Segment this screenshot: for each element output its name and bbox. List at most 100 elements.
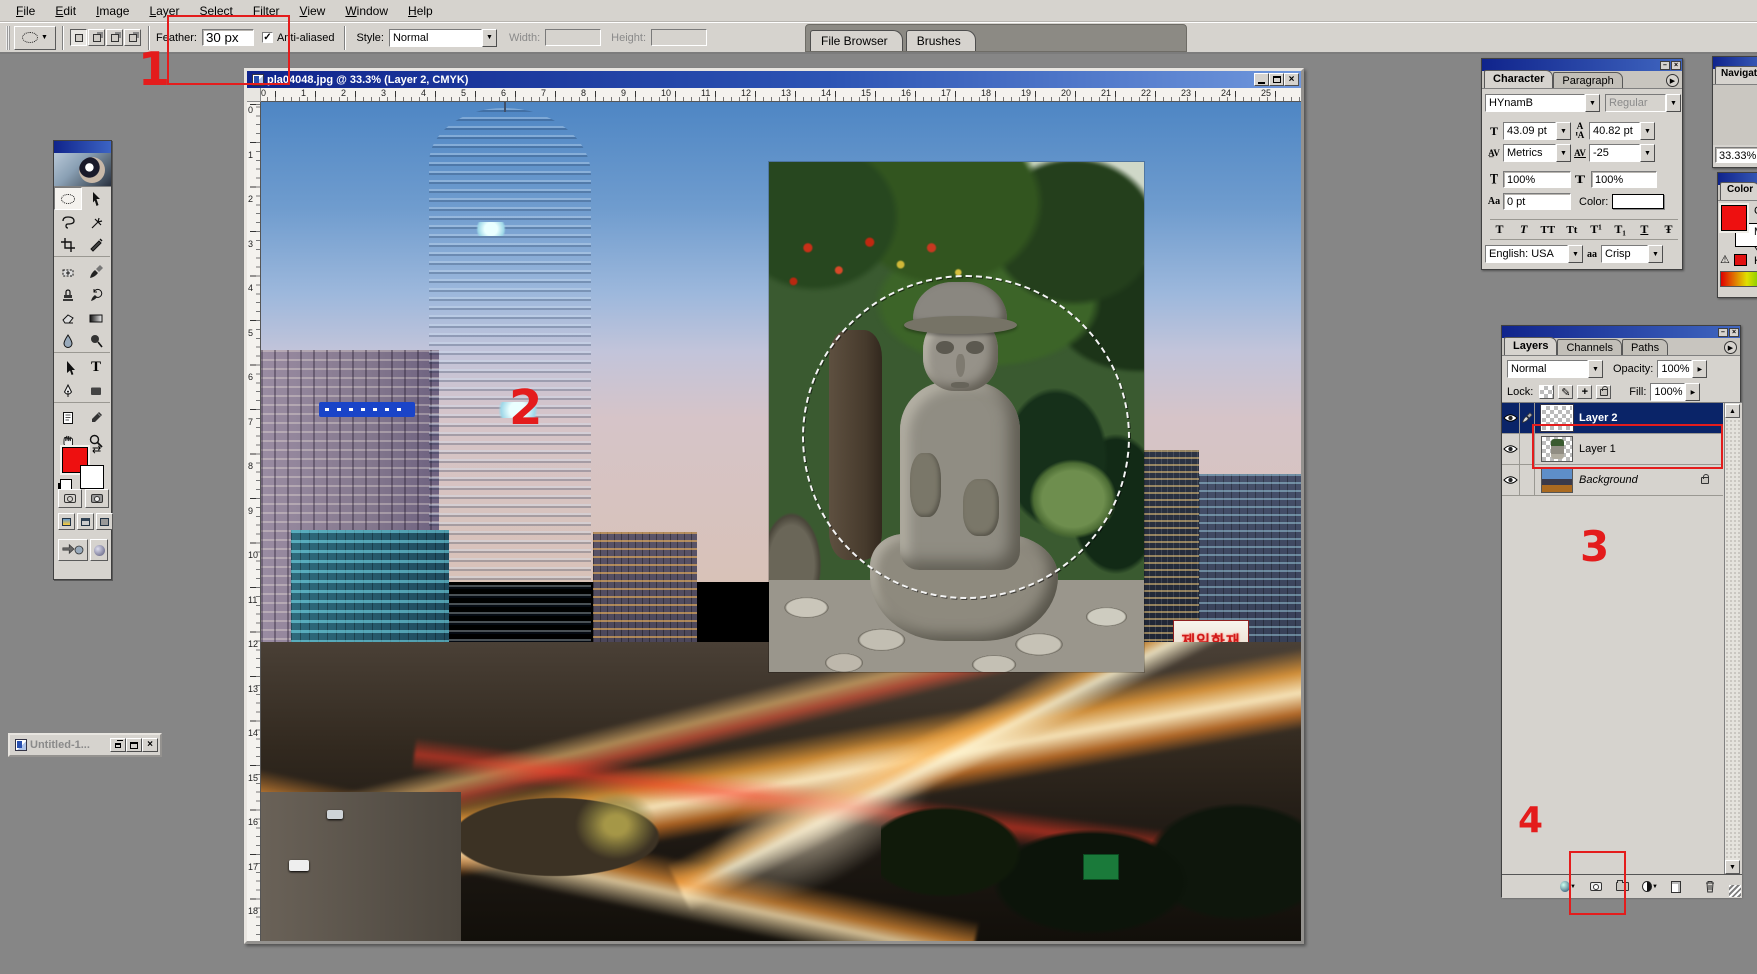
tracking-dropdown[interactable]: -25▼ [1589,144,1655,162]
anti-alias-dropdown[interactable]: Crisp▼ [1601,245,1663,263]
tool-eyedropper[interactable] [82,406,110,429]
tool-eraser[interactable] [54,306,82,329]
lock-position-button[interactable]: + [1577,385,1592,399]
toolbox-titlebar[interactable] [54,141,111,153]
fill-field[interactable]: 100%▶ [1650,383,1700,401]
standard-mode-button[interactable] [58,489,82,508]
menu-edit[interactable]: Edit [45,2,86,20]
strikethrough-button[interactable]: Ŧ [1659,221,1678,238]
tab-channels[interactable]: Channels [1557,339,1621,355]
font-family-dropdown[interactable]: HYnamB▼ [1485,94,1600,112]
vertical-scale-field[interactable]: 100% [1503,171,1571,188]
options-bar-grip[interactable] [6,26,10,50]
palette-menu-icon[interactable]: ▶ [1724,341,1737,354]
leading-dropdown[interactable]: 40.82 pt▼ [1589,122,1655,140]
layers-scrollbar[interactable]: ▲ ▼ [1724,403,1740,875]
kerning-dropdown[interactable]: Metrics▼ [1503,144,1571,162]
tool-crop[interactable] [54,233,82,256]
baseline-shift-field[interactable]: 0 pt [1503,193,1571,210]
tab-paragraph[interactable]: Paragraph [1553,72,1622,88]
close-button[interactable]: × [142,738,158,752]
faux-italic-button[interactable]: T [1514,221,1533,238]
tool-clone-stamp[interactable] [54,283,82,306]
minimize-button[interactable]: – [1660,61,1670,70]
delete-layer-button[interactable] [1702,880,1718,894]
layer-name[interactable]: Background [1579,474,1638,486]
restore-button[interactable] [110,738,126,752]
tool-slice[interactable] [82,233,110,256]
visibility-toggle[interactable] [1502,403,1520,434]
menu-image[interactable]: Image [86,2,139,20]
selection-mode-add[interactable] [88,29,105,46]
font-style-dropdown[interactable]: Regular▼ [1605,94,1681,112]
visibility-toggle[interactable] [1502,465,1520,496]
menu-view[interactable]: View [290,2,336,20]
width-input[interactable] [545,29,601,46]
menu-help[interactable]: Help [398,2,443,20]
minimize-button[interactable] [1254,73,1269,86]
horizontal-scale-field[interactable]: 100% [1591,171,1657,188]
lock-all-button[interactable] [1596,385,1611,399]
tool-preset-picker[interactable]: ▼ [14,26,56,50]
tab-character[interactable]: Character [1484,70,1553,88]
lock-pixels-button[interactable]: ✎ [1558,385,1573,399]
close-button[interactable]: × [1671,61,1681,70]
language-dropdown[interactable]: English: USA▼ [1485,245,1583,263]
style-dropdown[interactable]: Normal ▼ [389,29,497,47]
document-titlebar[interactable]: pla04048.jpg @ 33.3% (Layer 2, CMYK) × [247,71,1301,88]
lock-transparency-button[interactable] [1539,385,1554,399]
all-caps-button[interactable]: TT [1538,221,1557,238]
tool-path-selection[interactable] [54,356,82,379]
selection-mode-new[interactable] [70,29,87,46]
gamut-color-swatch[interactable] [1734,254,1747,266]
quick-mask-button[interactable] [85,489,109,508]
new-layer-button[interactable] [1668,880,1684,894]
fullscreen-menubar-button[interactable] [77,513,94,530]
link-cell-empty[interactable] [1520,465,1535,496]
minimized-document-window[interactable]: Untitled-1... × [8,733,162,757]
tool-pen[interactable] [54,379,82,402]
tool-elliptical-marquee[interactable] [54,187,82,210]
minimize-button[interactable]: – [1718,328,1728,337]
tool-gradient[interactable] [82,306,110,329]
tool-blur[interactable] [54,329,82,352]
fullscreen-button[interactable] [96,513,113,530]
tab-file-browser[interactable]: File Browser [810,30,903,51]
maximize-button[interactable] [1269,73,1284,86]
text-color-swatch[interactable] [1612,194,1664,209]
layer-thumbnail[interactable] [1541,467,1573,493]
menu-window[interactable]: Window [335,2,398,20]
tool-magic-wand[interactable] [82,210,110,233]
subscript-button[interactable]: T₁ [1611,221,1630,238]
tool-lasso[interactable] [54,210,82,233]
scroll-down-icon[interactable]: ▼ [1725,860,1740,874]
tab-paths[interactable]: Paths [1622,339,1668,355]
tool-brush[interactable] [82,260,110,283]
adjustment-layer-button[interactable]: ▼ [1642,880,1658,894]
tab-layers[interactable]: Layers [1504,337,1557,355]
tool-dodge[interactable] [82,329,110,352]
blend-mode-dropdown[interactable]: Normal▼ [1507,360,1603,378]
photoshop-logo[interactable] [54,153,111,187]
faux-bold-button[interactable]: T [1490,221,1509,238]
layer-row-background[interactable]: Background [1502,465,1723,496]
visibility-toggle[interactable] [1502,434,1520,465]
menu-file[interactable]: File [6,2,45,20]
swap-colors-icon[interactable]: ⇄ [92,443,101,456]
close-button[interactable]: × [1729,328,1739,337]
font-size-dropdown[interactable]: 43.09 pt▼ [1503,122,1571,140]
resize-grip[interactable] [1729,885,1741,897]
layer-name[interactable]: Layer 2 [1579,412,1618,424]
palette-menu-icon[interactable]: ▶ [1666,74,1679,87]
underline-button[interactable]: T [1635,221,1654,238]
tab-navigator[interactable]: Navigat [1715,66,1757,84]
gamut-warning-icon[interactable]: ⚠ [1720,253,1730,266]
standard-screen-button[interactable] [58,513,75,530]
height-input[interactable] [651,29,707,46]
color-ramp[interactable] [1720,271,1757,287]
tool-type[interactable]: T [82,356,110,379]
superscript-button[interactable]: T¹ [1587,221,1606,238]
tool-history-brush[interactable] [82,283,110,306]
tool-shape[interactable] [82,379,110,402]
canvas[interactable]: 제일화재 [261,102,1301,941]
